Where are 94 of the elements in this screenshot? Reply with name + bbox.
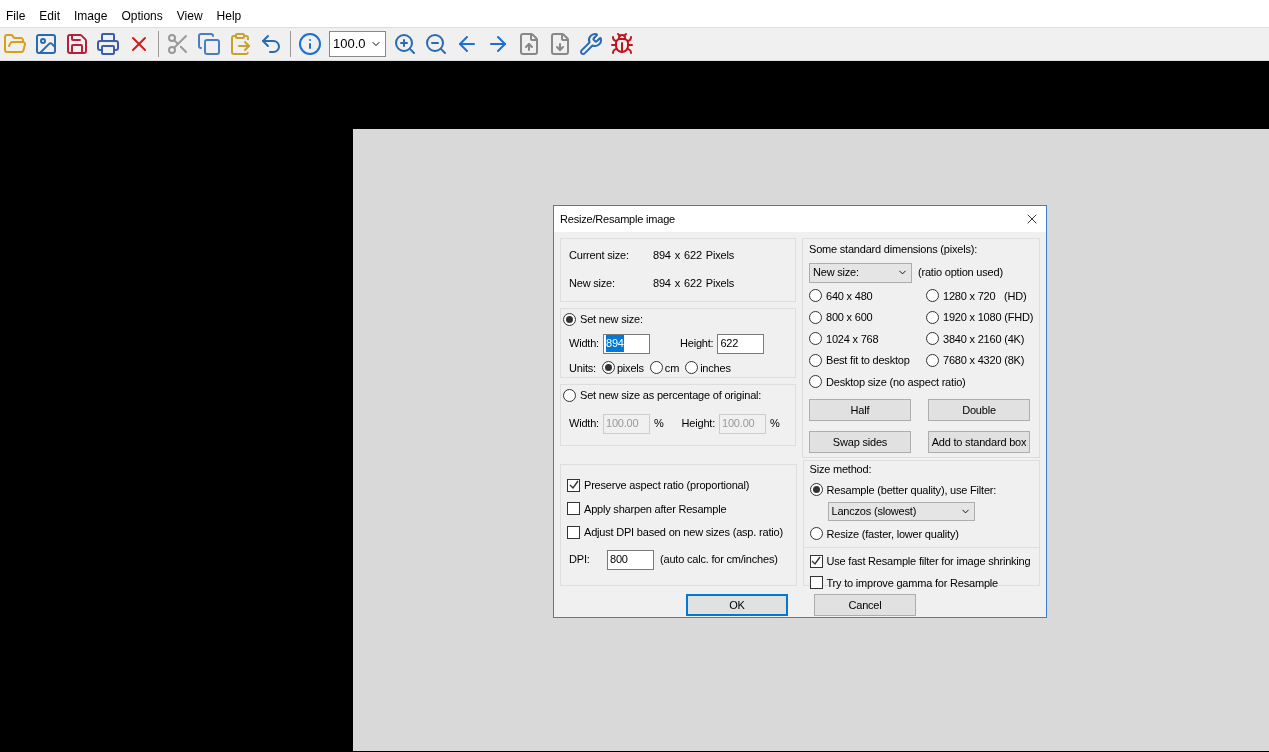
dialog-button[interactable]: Half <box>809 399 911 421</box>
zoom-dropdown[interactable]: 100.0 <box>329 31 386 57</box>
radio-label: 3840 x 2160 (4K) <box>943 331 1025 347</box>
checkbox[interactable] <box>567 478 580 492</box>
unit-label: Pixels <box>705 248 734 263</box>
radio-button[interactable] <box>563 312 576 326</box>
radio-label: 1024 x 768 <box>826 331 879 347</box>
size-label: New size: <box>569 275 616 291</box>
checkbox-label: Try to improve gamma for Resample <box>826 575 998 591</box>
tools-icon[interactable] <box>579 32 603 56</box>
zoom-out-icon[interactable] <box>424 32 448 56</box>
picture-icon[interactable] <box>34 32 58 56</box>
menu-item[interactable]: Help <box>216 7 242 25</box>
size-value: 894 <box>653 248 671 263</box>
size-value: 622 <box>684 275 702 291</box>
radio-button[interactable] <box>601 361 615 375</box>
radio-button[interactable] <box>649 361 663 375</box>
radio-button[interactable] <box>809 353 822 367</box>
dialog-button[interactable]: Cancel <box>814 594 916 616</box>
checkbox[interactable] <box>809 554 823 568</box>
radio-button[interactable] <box>809 332 822 346</box>
times-sign: x <box>674 248 681 263</box>
percent-label: % <box>770 416 780 432</box>
radio-label: 640 x 480 <box>826 288 873 304</box>
times-sign: x <box>674 275 681 291</box>
menu-item[interactable]: Options <box>121 7 163 25</box>
checkbox[interactable] <box>567 502 580 516</box>
radio-label: Set new size as percentage of original: <box>580 388 762 403</box>
radio-button[interactable] <box>809 310 822 324</box>
dialog-button[interactable]: Add to standard box <box>928 431 1030 453</box>
page-down-icon[interactable] <box>548 32 572 56</box>
width-label: Width: <box>569 416 599 432</box>
radio-button[interactable] <box>685 361 699 375</box>
info-icon[interactable] <box>298 32 322 56</box>
copy-icon[interactable] <box>197 32 221 56</box>
input-field[interactable]: 622 <box>717 333 765 354</box>
checkbox-label: Apply sharpen after Resample <box>584 501 727 517</box>
radio-label: 1920 x 1080 (FHD) <box>943 310 1034 325</box>
group-title: Size method: <box>809 462 873 477</box>
radio-button[interactable] <box>926 289 939 303</box>
radio-button[interactable] <box>926 353 939 367</box>
dialog-button[interactable]: Swap sides <box>809 431 911 453</box>
radio-label: Desktop size (no aspect ratio) <box>826 374 966 390</box>
size-value: 622 <box>684 248 702 263</box>
radio-label: 7680 x 4320 (8K) <box>943 353 1025 368</box>
radio-button[interactable] <box>926 332 939 346</box>
radio-button[interactable] <box>926 310 939 324</box>
input-field[interactable]: 894 <box>603 333 650 354</box>
height-label: Height: <box>681 416 716 432</box>
size-dropdown[interactable]: New size: <box>809 262 912 283</box>
size-value: 894 <box>653 275 671 291</box>
height-label: Height: <box>680 336 714 352</box>
width-label: Width: <box>569 336 599 352</box>
save-icon[interactable] <box>65 32 89 56</box>
zoom-in-icon[interactable] <box>393 32 417 56</box>
dialog-button[interactable]: OK <box>686 594 788 616</box>
radio-label: Resize (faster, lower quality) <box>826 526 959 542</box>
units-label: Units: <box>569 360 596 376</box>
menu-item[interactable]: Image <box>74 7 108 25</box>
checkbox-label: Adjust DPI based on new sizes (asp. ratio) <box>584 525 783 540</box>
undo-icon[interactable] <box>259 32 283 56</box>
dialog-title: Resize/Resample image <box>560 211 676 227</box>
radio-label: cm <box>664 360 680 376</box>
bug-icon[interactable] <box>610 32 634 56</box>
radio-label: Resample (better quality), use Filter: <box>826 482 997 498</box>
page-up-icon[interactable] <box>517 32 541 56</box>
checkbox-label: Use fast Resample filter for image shrinking <box>826 554 1031 569</box>
radio-button[interactable] <box>809 527 823 541</box>
group-title: Some standard dimensions (pixels): <box>809 242 979 257</box>
input-field[interactable]: 800 <box>607 549 654 570</box>
dpi-label: DPI: <box>569 552 591 568</box>
ratio-note: (ratio option used) <box>918 265 1003 281</box>
radio-label: inches <box>700 360 731 376</box>
dpi-note: (auto calc. for cm/inches) <box>660 552 778 568</box>
checkbox[interactable] <box>567 525 580 539</box>
checkbox-label: Preserve aspect ratio (proportional) <box>584 478 750 493</box>
size-label: Current size: <box>569 248 630 263</box>
radio-button[interactable] <box>809 483 823 497</box>
radio-label: pixels <box>616 360 644 376</box>
filter-dropdown[interactable]: Lanczos (slowest) <box>827 502 975 521</box>
dialog-button[interactable]: Double <box>928 399 1030 421</box>
radio-button[interactable] <box>809 375 822 389</box>
radio-label: Set new size: <box>580 312 643 327</box>
unit-label: Pixels <box>705 275 734 291</box>
menu-item[interactable]: Edit <box>39 7 61 25</box>
radio-button[interactable] <box>809 289 822 303</box>
checkbox[interactable] <box>809 576 823 590</box>
radio-label: Best fit to desktop <box>826 353 910 368</box>
printer-icon[interactable] <box>96 32 120 56</box>
radio-label: 1280 x 720 (HD) <box>943 288 1027 304</box>
menu-item[interactable]: File <box>6 7 26 25</box>
menu-item[interactable]: View <box>176 7 203 25</box>
radio-label: 800 x 600 <box>826 310 873 325</box>
percent-label: % <box>654 416 664 432</box>
